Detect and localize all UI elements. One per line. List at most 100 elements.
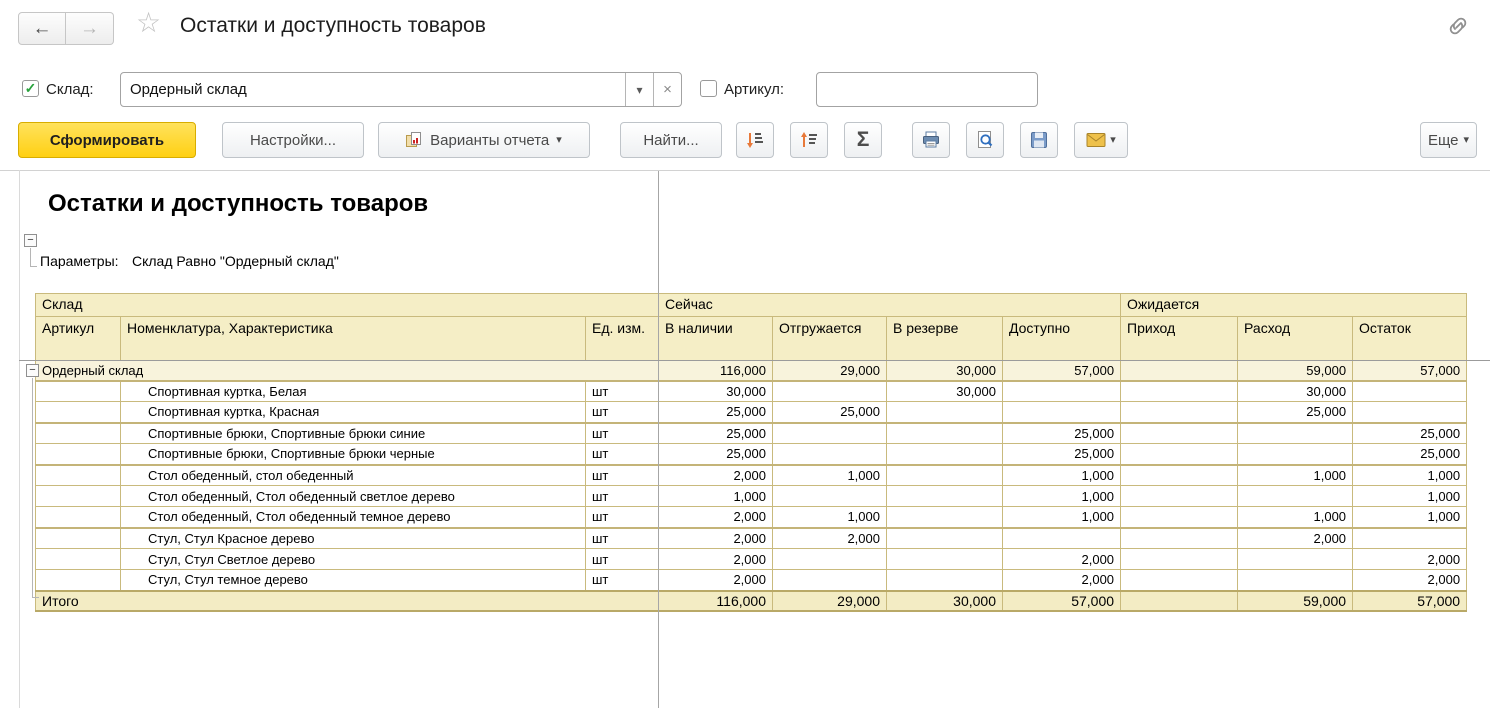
value-cell[interactable] [1121,361,1238,381]
value-cell[interactable] [887,528,1003,549]
value-cell[interactable]: 57,000 [1353,361,1467,381]
warehouse-group-expander[interactable]: − [26,364,39,377]
value-cell[interactable] [1003,402,1121,423]
value-cell[interactable]: 25,000 [659,423,773,444]
article-cell[interactable] [36,465,121,486]
value-cell[interactable] [1238,444,1353,465]
nomenclature-cell[interactable]: Стол обеденный, стол обеденный [121,465,586,486]
value-cell[interactable]: 116,000 [659,591,773,611]
value-cell[interactable] [773,570,887,591]
value-cell[interactable]: 2,000 [659,465,773,486]
report-variants-button[interactable]: Варианты отчета ▾ [378,122,590,158]
unit-cell[interactable]: шт [586,465,659,486]
table-row[interactable]: Стул, Стул темное деревошт2,0002,0002,00… [36,570,1467,591]
generate-button[interactable]: Сформировать [18,122,196,158]
nomenclature-cell[interactable]: Спортивные брюки, Спортивные брюки черны… [121,444,586,465]
print-button[interactable] [912,122,950,158]
value-cell[interactable] [1121,528,1238,549]
value-cell[interactable] [1121,570,1238,591]
value-cell[interactable]: 29,000 [773,361,887,381]
value-cell[interactable] [887,465,1003,486]
value-cell[interactable]: 25,000 [659,402,773,423]
value-cell[interactable]: 1,000 [1003,507,1121,528]
value-cell[interactable] [887,570,1003,591]
article-cell[interactable] [36,402,121,423]
value-cell[interactable] [1121,549,1238,570]
value-cell[interactable]: 2,000 [659,528,773,549]
value-cell[interactable] [773,549,887,570]
totals-button[interactable]: Σ [844,122,882,158]
nomenclature-cell[interactable]: Спортивная куртка, Белая [121,381,586,402]
nomenclature-cell[interactable]: Стол обеденный, Стол обеденный светлое д… [121,486,586,507]
value-cell[interactable]: 2,000 [659,507,773,528]
value-cell[interactable] [1238,423,1353,444]
nomenclature-cell[interactable]: Стол обеденный, Стол обеденный темное де… [121,507,586,528]
warehouse-input-value[interactable]: Ордерный склад [121,73,625,106]
collapse-groups-button[interactable] [790,122,828,158]
value-cell[interactable] [887,423,1003,444]
value-cell[interactable]: 25,000 [1353,423,1467,444]
value-cell[interactable] [773,444,887,465]
unit-cell[interactable]: шт [586,423,659,444]
nomenclature-cell[interactable]: Спортивные брюки, Спортивные брюки синие [121,423,586,444]
unit-cell[interactable]: шт [586,444,659,465]
value-cell[interactable]: 30,000 [1238,381,1353,402]
table-row[interactable]: Стол обеденный, стол обеденныйшт2,0001,0… [36,465,1467,486]
article-cell[interactable] [36,444,121,465]
value-cell[interactable]: 30,000 [887,591,1003,611]
value-cell[interactable]: 2,000 [773,528,887,549]
unit-cell[interactable]: шт [586,402,659,423]
more-button[interactable]: Еще ▾ [1420,122,1477,158]
table-row[interactable]: Спортивные брюки, Спортивные брюки черны… [36,444,1467,465]
value-cell[interactable]: 1,000 [1353,465,1467,486]
value-cell[interactable]: 2,000 [659,570,773,591]
value-cell[interactable]: 1,000 [1003,465,1121,486]
article-cell[interactable] [36,423,121,444]
value-cell[interactable] [1238,570,1353,591]
value-cell[interactable] [1121,507,1238,528]
value-cell[interactable]: 29,000 [773,591,887,611]
preview-button[interactable] [966,122,1004,158]
get-link-icon[interactable] [1446,14,1470,38]
value-cell[interactable]: 1,000 [1353,486,1467,507]
value-cell[interactable]: 25,000 [1353,444,1467,465]
value-cell[interactable]: 2,000 [1003,549,1121,570]
value-cell[interactable]: 25,000 [1238,402,1353,423]
value-cell[interactable]: 2,000 [1003,570,1121,591]
unit-cell[interactable]: шт [586,570,659,591]
value-cell[interactable]: 57,000 [1003,361,1121,381]
value-cell[interactable]: 1,000 [1353,507,1467,528]
value-cell[interactable]: 59,000 [1238,591,1353,611]
value-cell[interactable]: 1,000 [1238,507,1353,528]
nomenclature-cell[interactable]: Спортивная куртка, Красная [121,402,586,423]
value-cell[interactable]: 116,000 [659,361,773,381]
value-cell[interactable] [773,381,887,402]
nomenclature-cell[interactable]: Стул, Стул Светлое дерево [121,549,586,570]
value-cell[interactable] [1353,381,1467,402]
value-cell[interactable]: 25,000 [659,444,773,465]
value-cell[interactable] [1238,486,1353,507]
value-cell[interactable]: 1,000 [773,465,887,486]
value-cell[interactable] [1121,591,1238,611]
unit-cell[interactable]: шт [586,381,659,402]
value-cell[interactable]: 1,000 [1238,465,1353,486]
value-cell[interactable] [1121,423,1238,444]
value-cell[interactable] [887,507,1003,528]
value-cell[interactable]: 1,000 [773,507,887,528]
value-cell[interactable]: 25,000 [1003,423,1121,444]
value-cell[interactable]: 2,000 [1353,570,1467,591]
value-cell[interactable]: 1,000 [1003,486,1121,507]
value-cell[interactable] [773,486,887,507]
value-cell[interactable] [1121,486,1238,507]
table-row[interactable]: Стол обеденный, Стол обеденный темное де… [36,507,1467,528]
value-cell[interactable]: 2,000 [659,549,773,570]
total-label-cell[interactable]: Итого [36,591,659,611]
value-cell[interactable]: 2,000 [1353,549,1467,570]
unit-cell[interactable]: шт [586,507,659,528]
nomenclature-cell[interactable]: Стул, Стул темное дерево [121,570,586,591]
save-button[interactable] [1020,122,1058,158]
value-cell[interactable] [1238,549,1353,570]
table-row[interactable]: Спортивные брюки, Спортивные брюки синие… [36,423,1467,444]
value-cell[interactable]: 25,000 [1003,444,1121,465]
table-row[interactable]: Спортивная куртка, Краснаяшт25,00025,000… [36,402,1467,423]
